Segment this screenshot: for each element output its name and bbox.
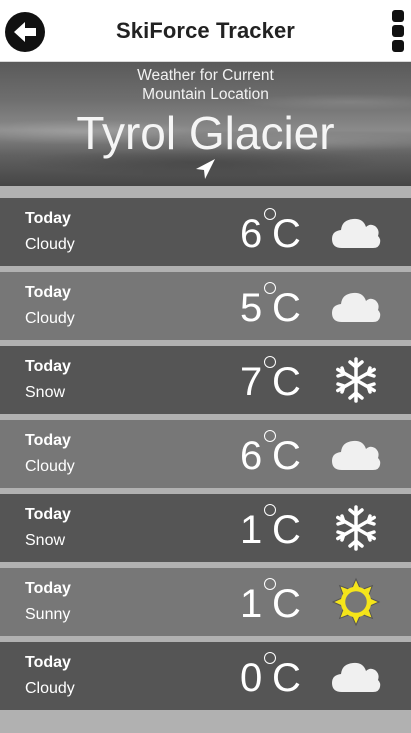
more-menu-button[interactable] xyxy=(392,10,406,52)
forecast-row[interactable]: Today Cloudy 0 C xyxy=(0,642,411,710)
navigation-arrow-icon[interactable] xyxy=(193,157,217,181)
forecast-condition: Snow xyxy=(25,532,66,549)
forecast-row[interactable]: Today Cloudy 5 C xyxy=(0,272,411,340)
hero-subtitle-line1: Weather for Current xyxy=(137,67,274,84)
app-title: SkiForce Tracker xyxy=(116,18,295,43)
forecast-row[interactable]: Today Cloudy 6 C xyxy=(0,198,411,266)
forecast-temperature: 1 xyxy=(240,582,263,626)
forecast-list: Today Cloudy 6 C Today Cloudy 5 C Today … xyxy=(0,198,411,716)
app-screen: SkiForce Tracker Weather for Current Mou… xyxy=(0,0,411,733)
forecast-row[interactable]: Today Snow 7 C xyxy=(0,346,411,414)
temperature-unit: C xyxy=(272,434,301,478)
forecast-day: Today xyxy=(25,580,71,597)
forecast-day: Today xyxy=(25,432,71,449)
sun-icon xyxy=(330,577,382,627)
forecast-temperature: 5 xyxy=(240,286,263,330)
forecast-day: Today xyxy=(25,284,71,301)
forecast-row[interactable]: Today Sunny 1 C xyxy=(0,568,411,636)
forecast-day: Today xyxy=(25,654,71,671)
forecast-row[interactable]: Today Cloudy 6 C xyxy=(0,420,411,488)
snowflake-icon xyxy=(330,356,382,404)
cloud-icon xyxy=(330,430,382,478)
forecast-condition: Cloudy xyxy=(25,680,75,697)
temperature-unit: C xyxy=(272,656,301,700)
temperature-unit: C xyxy=(272,582,301,626)
forecast-day: Today xyxy=(25,358,71,375)
temperature-unit: C xyxy=(272,360,301,404)
forecast-row[interactable]: Today Snow 1 C xyxy=(0,494,411,562)
cloud-icon xyxy=(330,652,382,700)
forecast-condition: Cloudy xyxy=(25,310,75,327)
forecast-condition: Cloudy xyxy=(25,236,75,253)
forecast-temperature: 1 xyxy=(240,508,263,552)
forecast-temperature: 7 xyxy=(240,360,263,404)
snowflake-icon xyxy=(330,504,382,552)
forecast-temperature: 6 xyxy=(240,212,263,256)
top-app-bar: SkiForce Tracker xyxy=(0,0,411,62)
more-vertical-icon xyxy=(392,10,404,22)
hero-subtitle-line2: Mountain Location xyxy=(142,86,269,103)
forecast-condition: Sunny xyxy=(25,606,71,623)
temperature-unit: C xyxy=(272,212,301,256)
forecast-day: Today xyxy=(25,506,71,523)
forecast-temperature: 0 xyxy=(240,656,263,700)
forecast-day: Today xyxy=(25,210,71,227)
temperature-unit: C xyxy=(272,286,301,330)
forecast-condition: Snow xyxy=(25,384,66,401)
forecast-temperature: 6 xyxy=(240,434,263,478)
cloud-icon xyxy=(330,282,382,330)
location-name: Tyrol Glacier xyxy=(76,107,335,159)
cloud-icon xyxy=(330,208,382,256)
forecast-condition: Cloudy xyxy=(25,458,75,475)
hero-subtitle: Weather for Current Mountain Location xyxy=(0,66,411,104)
temperature-unit: C xyxy=(272,508,301,552)
